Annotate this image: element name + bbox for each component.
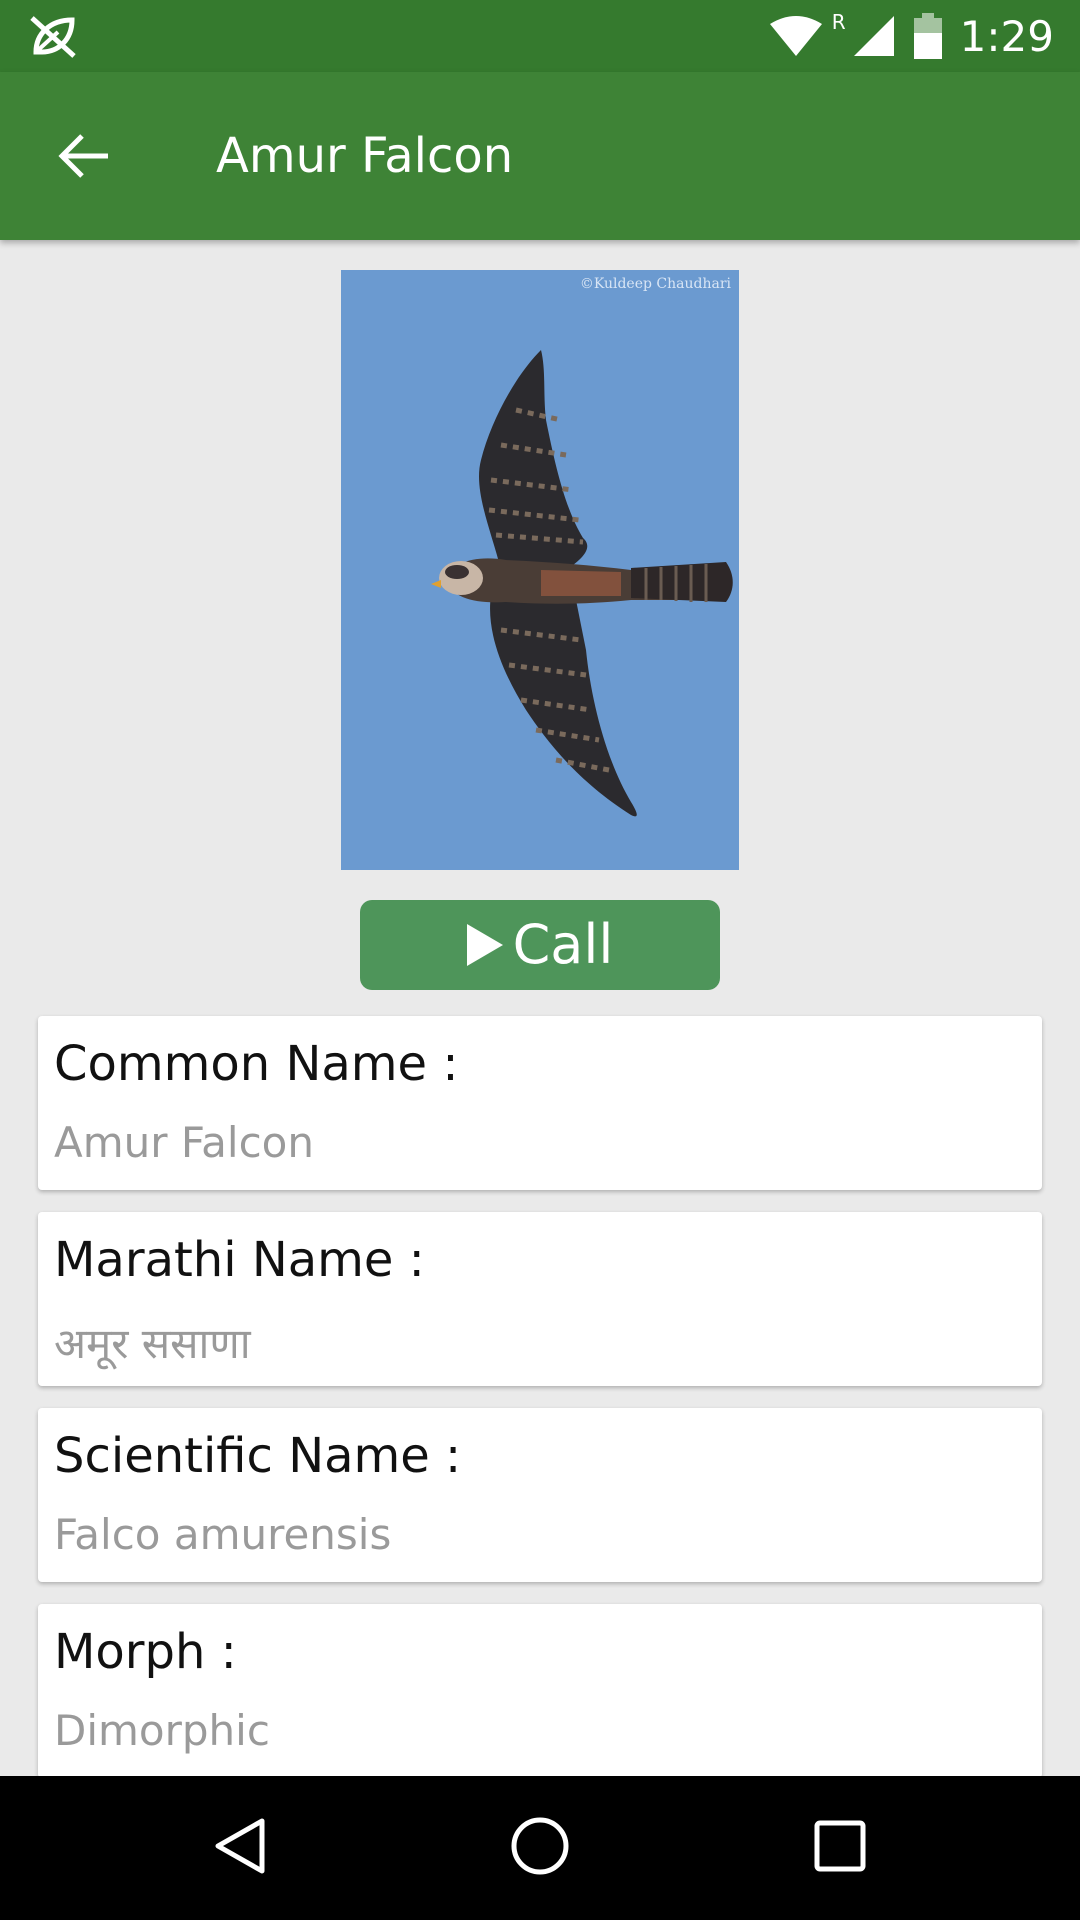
- roaming-indicator: R: [831, 10, 846, 34]
- card-label: Marathi Name :: [54, 1232, 425, 1288]
- call-button-label: Call: [512, 913, 614, 976]
- card-value: Falco amurensis: [54, 1510, 392, 1559]
- marathi-name-card: Marathi Name : अमूर ससाणा: [38, 1212, 1042, 1386]
- arrow-back-icon: [58, 133, 110, 183]
- cell-signal-icon: [852, 14, 896, 58]
- status-icons: R 1:29: [768, 0, 1054, 72]
- nav-home-icon: [510, 1816, 570, 1880]
- play-icon: [466, 924, 503, 966]
- card-label: Scientific Name :: [54, 1428, 462, 1484]
- morph-card: Morph : Dimorphic: [38, 1604, 1042, 1776]
- nav-back-icon: [212, 1816, 268, 1880]
- card-label: Common Name :: [54, 1036, 459, 1092]
- app-bar: Amur Falcon: [0, 72, 1080, 240]
- card-value: Dimorphic: [54, 1706, 270, 1755]
- navigation-bar: [0, 1776, 1080, 1920]
- no-sync-icon: [28, 12, 78, 60]
- nav-home-button[interactable]: [490, 1798, 590, 1898]
- nav-back-button[interactable]: [190, 1798, 290, 1898]
- card-value: Amur Falcon: [54, 1118, 314, 1167]
- call-button[interactable]: Call: [360, 900, 720, 990]
- common-name-card: Common Name : Amur Falcon: [38, 1016, 1042, 1190]
- battery-icon: [913, 13, 942, 59]
- card-value: अमूर ससाणा: [54, 1319, 251, 1368]
- wifi-icon: [768, 14, 824, 58]
- nav-recents-icon: [814, 1820, 866, 1876]
- falcon-image: [431, 350, 733, 817]
- page-title: Amur Falcon: [216, 128, 514, 184]
- bird-photo: ©Kuldeep Chaudhari: [341, 270, 739, 870]
- photo-credit: ©Kuldeep Chaudhari: [579, 276, 731, 292]
- scientific-name-card: Scientific Name : Falco amurensis: [38, 1408, 1042, 1582]
- status-bar: R 1:29: [0, 0, 1080, 72]
- back-button[interactable]: [40, 118, 128, 198]
- status-time: 1:29: [959, 11, 1054, 61]
- content-area: ©Kuldeep Chaudhari Call Common Name : Am…: [0, 240, 1080, 1776]
- nav-recents-button[interactable]: [790, 1798, 890, 1898]
- card-label: Morph :: [54, 1624, 237, 1680]
